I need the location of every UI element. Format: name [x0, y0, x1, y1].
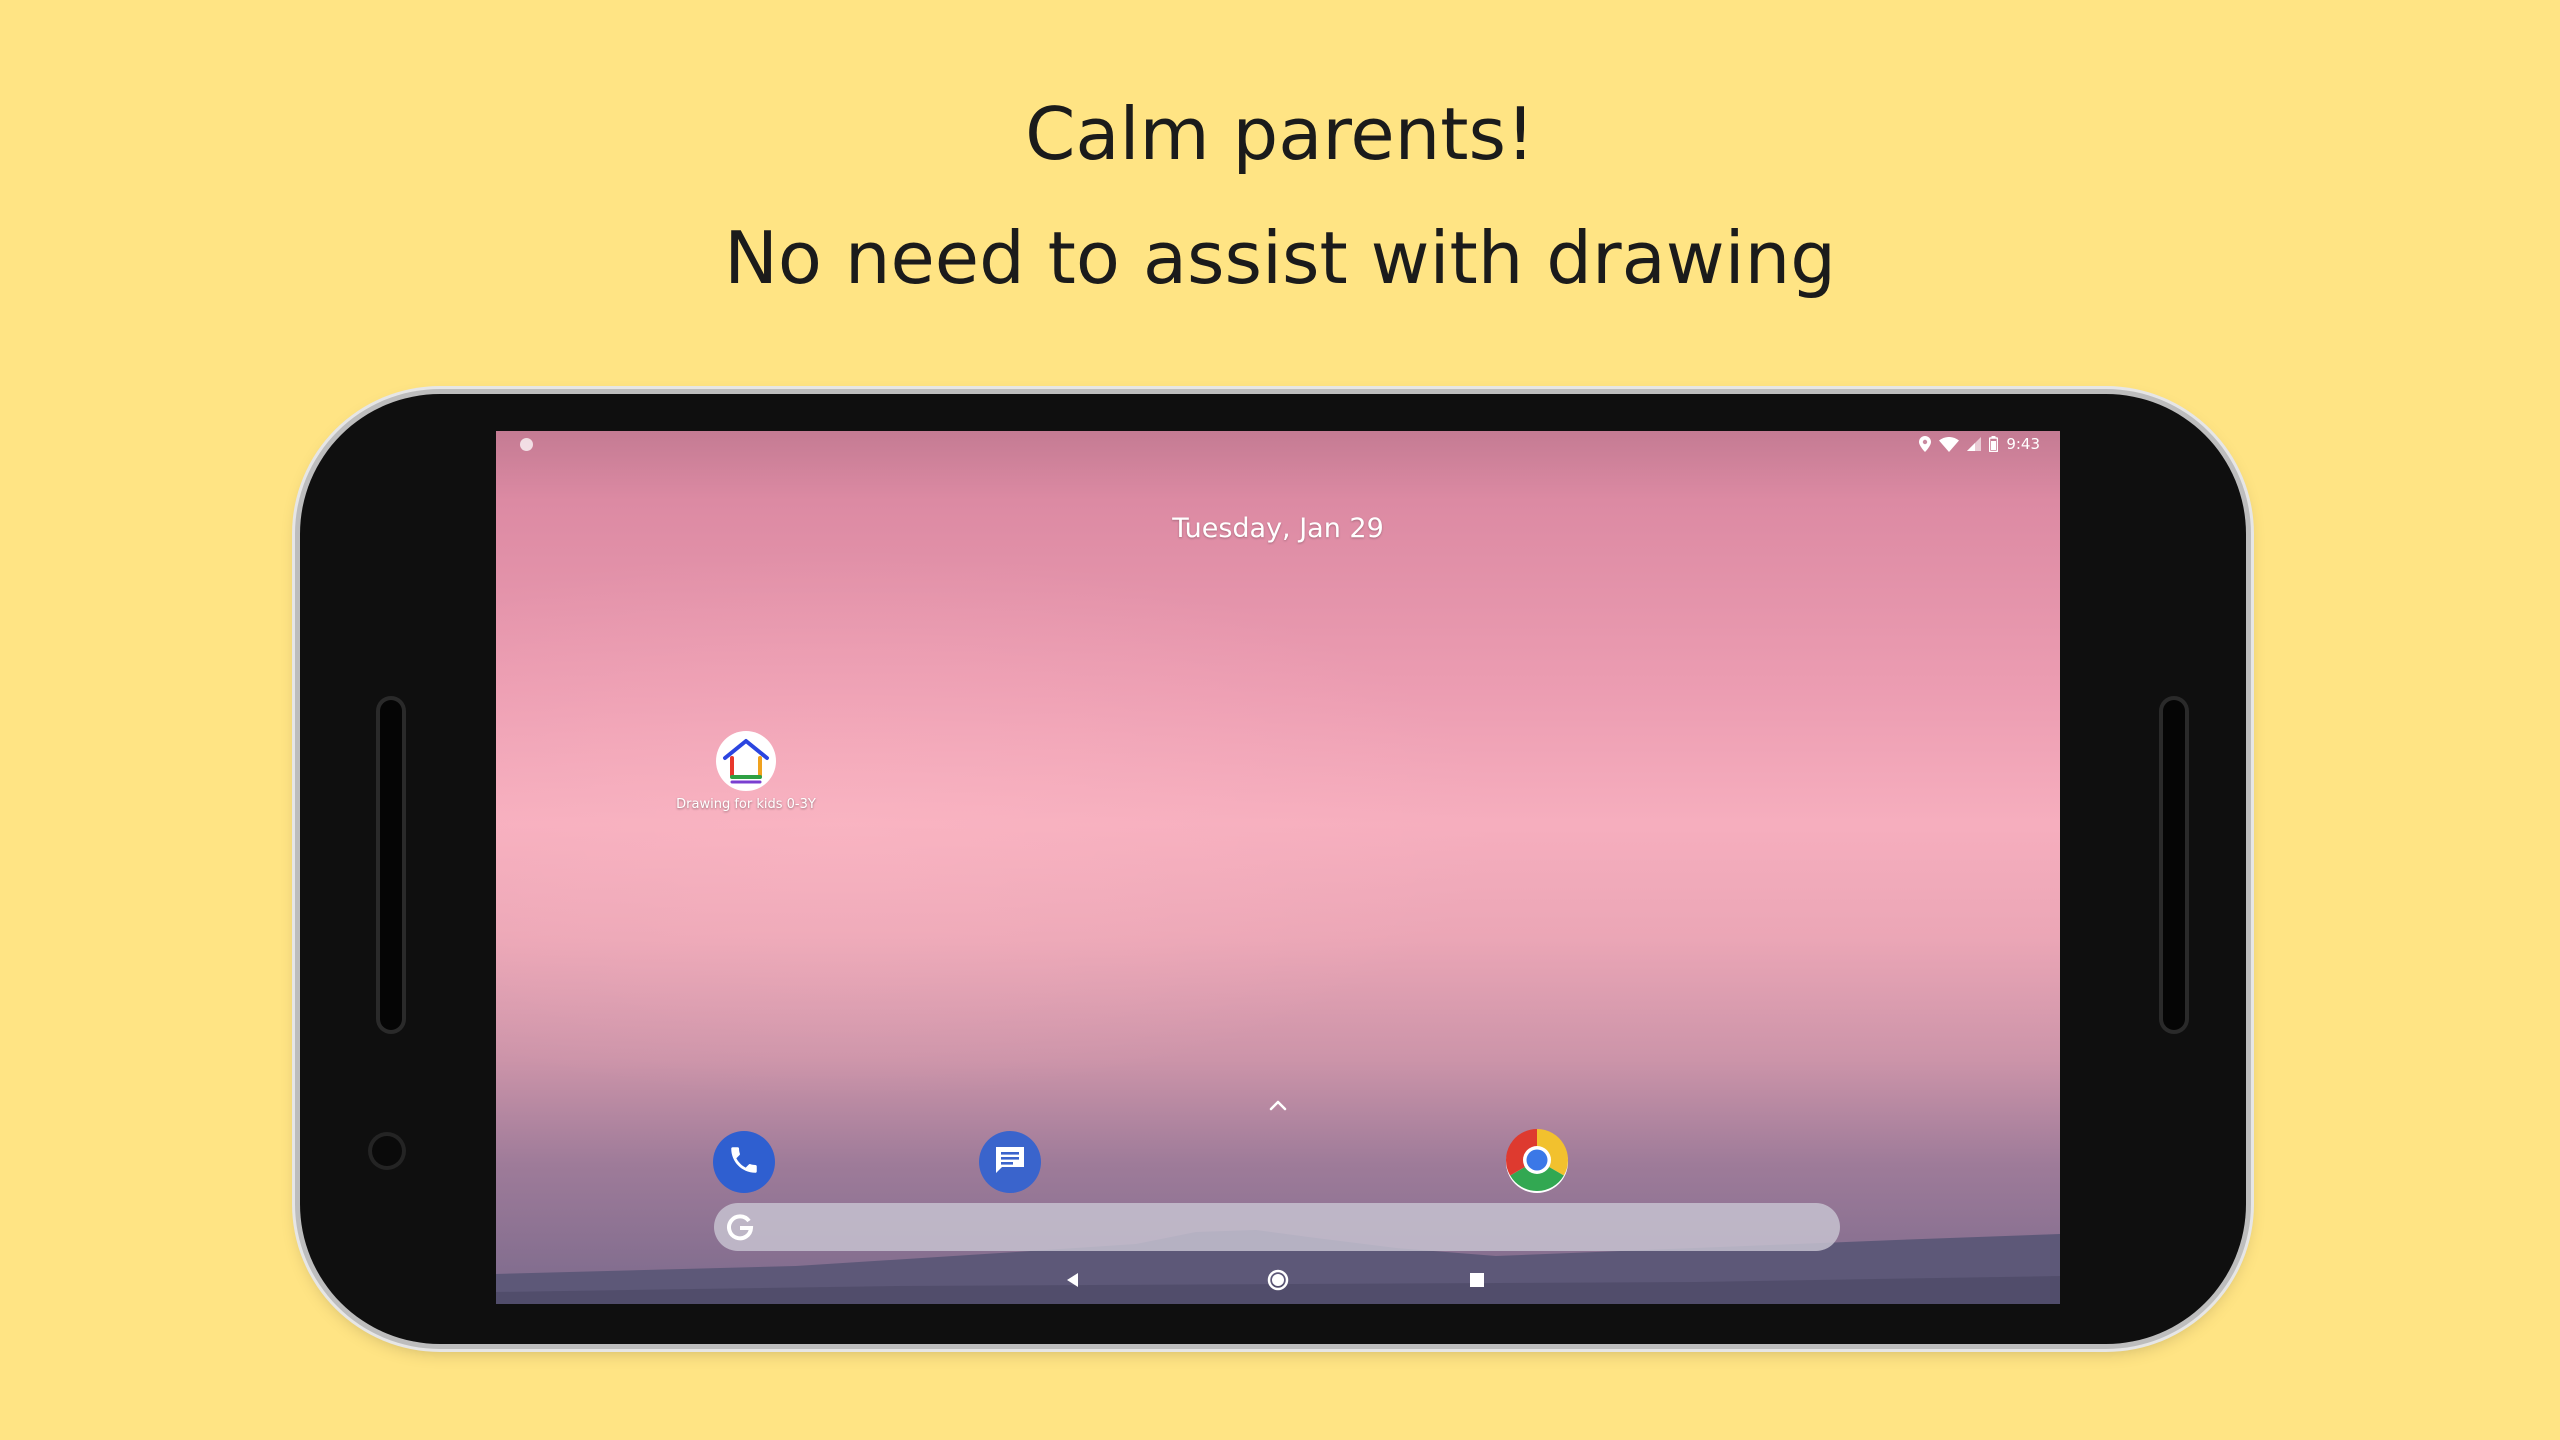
phone-volume-key-top	[940, 386, 1064, 394]
google-search-bar[interactable]	[714, 1203, 1840, 1251]
battery-icon	[1989, 436, 1999, 452]
location-icon	[1919, 436, 1932, 452]
signal-icon	[1967, 437, 1982, 451]
home-screen: 9:43 Tuesday, Jan 29 Drawing for kids 0-…	[496, 431, 2060, 1304]
status-bar: 9:43	[496, 431, 2060, 459]
phone-right-speaker	[2163, 700, 2185, 1030]
phone-icon	[727, 1143, 761, 1181]
chrome-app-button[interactable]	[1505, 1129, 1569, 1195]
phone-front-camera	[372, 1136, 402, 1166]
messages-icon	[992, 1143, 1028, 1181]
recents-icon[interactable]	[1466, 1269, 1488, 1295]
phone-app-button[interactable]	[713, 1131, 775, 1193]
messages-app-button[interactable]	[979, 1131, 1041, 1193]
phone-left-speaker	[380, 700, 402, 1030]
promo-headline-line2: No need to assist with drawing	[724, 216, 1836, 300]
app-label: Drawing for kids 0-3Y	[676, 797, 816, 812]
chrome-icon	[1505, 1129, 1569, 1195]
app-drawing-for-kids[interactable]: Drawing for kids 0-3Y	[666, 731, 826, 812]
house-drawing-icon	[716, 731, 776, 791]
notification-dot-icon	[520, 438, 533, 451]
home-icon[interactable]	[1266, 1269, 1290, 1297]
home-date[interactable]: Tuesday, Jan 29	[496, 513, 2060, 544]
promo-headline-line1: Calm parents!	[1025, 92, 1535, 176]
phone-power-key-top	[1134, 386, 1384, 394]
chevron-up-icon[interactable]	[1256, 1095, 1300, 1115]
wifi-icon	[1939, 436, 1960, 452]
back-icon[interactable]	[1062, 1269, 1084, 1295]
navigation-bar	[496, 1257, 2060, 1304]
status-time: 9:43	[2006, 435, 2040, 453]
google-g-icon	[726, 1213, 754, 1245]
